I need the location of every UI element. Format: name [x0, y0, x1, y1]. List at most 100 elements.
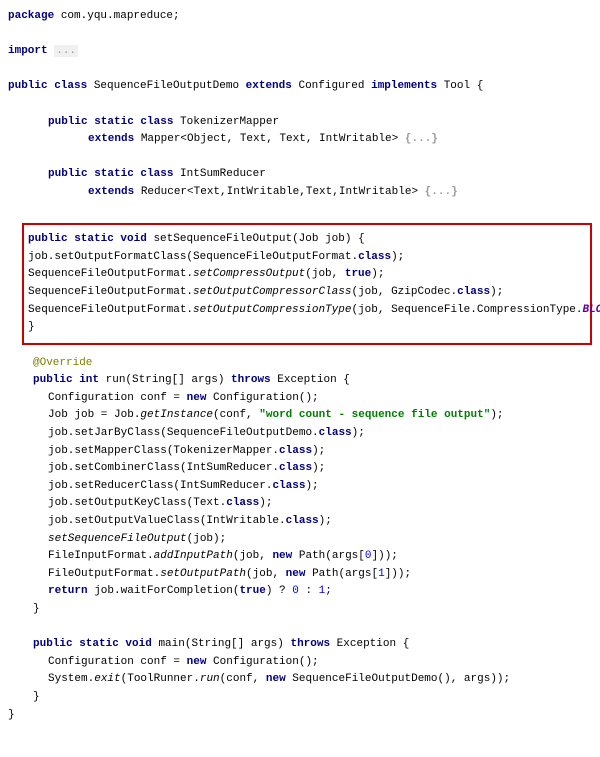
- code: (ToolRunner.: [121, 673, 200, 685]
- code: Configuration conf =: [48, 392, 187, 404]
- code: );: [352, 427, 365, 439]
- keyword-class: class: [358, 251, 391, 263]
- keyword-new: new: [286, 568, 306, 580]
- line: SequenceFileOutputFormat.setOutputCompre…: [28, 284, 586, 302]
- keyword-class: class: [48, 80, 88, 92]
- code: System.: [48, 673, 94, 685]
- code: job.setJarByClass(SequenceFileOutputDemo…: [48, 427, 319, 439]
- keyword-static: static: [88, 116, 134, 128]
- method-sig: main(String[] args): [152, 638, 291, 650]
- code: job.setReducerClass(IntSumReducer.: [48, 480, 272, 492]
- code: (job,: [305, 268, 345, 280]
- line: extends Reducer<Text,IntWritable,Text,In…: [88, 184, 592, 202]
- keyword-public: public: [33, 638, 73, 650]
- code: ;: [325, 585, 332, 597]
- keyword-true: true: [239, 585, 265, 597]
- code: ) ?: [266, 585, 292, 597]
- code: Exception {: [330, 638, 409, 650]
- number: 0: [365, 550, 372, 562]
- code: (job, SequenceFile.CompressionType.: [351, 304, 582, 316]
- line: job.setReducerClass(IntSumReducer.class)…: [48, 478, 592, 496]
- keyword-class: class: [279, 462, 312, 474]
- line: package com.yqu.mapreduce;: [8, 8, 592, 26]
- code: (job,: [233, 550, 273, 562]
- code: );: [312, 445, 325, 457]
- code: (job);: [187, 533, 227, 545]
- code: Configuration();: [206, 656, 318, 668]
- number: 1: [378, 568, 385, 580]
- code: );: [259, 497, 272, 509]
- code: job.setCombinerClass(IntSumReducer.: [48, 462, 279, 474]
- brace-close: }: [8, 709, 15, 721]
- line: job.setOutputKeyClass(Text.class);: [48, 495, 592, 513]
- code: );: [371, 268, 384, 280]
- keyword-class: class: [134, 116, 174, 128]
- keyword-new: new: [266, 673, 286, 685]
- keyword-class: class: [319, 427, 352, 439]
- line: @Override: [33, 355, 592, 373]
- class-name: IntSumReducer: [173, 168, 265, 180]
- string-literal: "word count - sequence file output": [259, 409, 490, 421]
- package-name: com.yqu.mapreduce;: [54, 10, 179, 22]
- line: extends Mapper<Object, Text, Text, IntWr…: [88, 131, 592, 149]
- code-block: package com.yqu.mapreduce; import ... pu…: [8, 8, 592, 724]
- keyword-class: class: [457, 286, 490, 298]
- static-method: setOutputCompressionType: [193, 304, 351, 316]
- code: job.waitForCompletion(: [88, 585, 240, 597]
- static-method: setOutputPath: [160, 568, 246, 580]
- code: (job, GzipCodec.: [351, 286, 457, 298]
- line: }: [33, 601, 592, 619]
- line: import ...: [8, 43, 592, 61]
- annotation-override: @Override: [33, 357, 92, 369]
- static-method: exit: [94, 673, 120, 685]
- line: public static void main(String[] args) t…: [33, 636, 592, 654]
- ext-name: Configured: [292, 80, 371, 92]
- line: job.setJarByClass(SequenceFileOutputDemo…: [48, 425, 592, 443]
- keyword-class: class: [272, 480, 305, 492]
- line: }: [28, 319, 586, 337]
- keyword-class: class: [279, 445, 312, 457]
- static-method: setCompressOutput: [193, 268, 305, 280]
- line: setSequenceFileOutput(job);: [48, 531, 592, 549]
- keyword-public: public: [48, 116, 88, 128]
- code: FileOutputFormat.: [48, 568, 160, 580]
- keyword-new: new: [187, 392, 207, 404]
- line: job.setOutputValueClass(IntWritable.clas…: [48, 513, 592, 531]
- line: public class SequenceFileOutputDemo exte…: [8, 78, 592, 96]
- fold-brace: {...}: [425, 186, 458, 198]
- keyword-true: true: [345, 268, 371, 280]
- code: SequenceFileOutputFormat.: [28, 304, 193, 316]
- line: public static class IntSumReducer: [48, 166, 592, 184]
- keyword-throws: throws: [290, 638, 330, 650]
- keyword-class: class: [134, 168, 174, 180]
- keyword-void: void: [119, 638, 152, 650]
- code: Job job = Job.: [48, 409, 140, 421]
- class-name: TokenizerMapper: [173, 116, 279, 128]
- code: ]));: [372, 550, 398, 562]
- line: SequenceFileOutputFormat.setCompressOutp…: [28, 266, 586, 284]
- method-sig: setSequenceFileOutput(Job job) {: [147, 233, 365, 245]
- method-call: setSequenceFileOutput: [48, 533, 187, 545]
- keyword-class: class: [286, 515, 319, 527]
- line: Configuration conf = new Configuration()…: [48, 390, 592, 408]
- code: );: [305, 480, 318, 492]
- keyword-public: public: [33, 374, 73, 386]
- line: Job job = Job.getInstance(conf, "word co…: [48, 407, 592, 425]
- keyword-import: import: [8, 45, 48, 57]
- brace-close: }: [28, 321, 35, 333]
- code: (conf,: [213, 409, 259, 421]
- code: SequenceFileOutputFormat.: [28, 268, 193, 280]
- code: (conf,: [220, 673, 266, 685]
- impl-name: Tool {: [437, 80, 483, 92]
- line: }: [33, 689, 592, 707]
- static-method: getInstance: [140, 409, 213, 421]
- keyword-new: new: [272, 550, 292, 562]
- code: SequenceFileOutputDemo(), args));: [286, 673, 510, 685]
- static-method: addInputPath: [154, 550, 233, 562]
- line: job.setCombinerClass(IntSumReducer.class…: [48, 460, 592, 478]
- line: System.exit(ToolRunner.run(conf, new Seq…: [48, 671, 592, 689]
- code: job.setOutputValueClass(IntWritable.: [48, 515, 286, 527]
- code: );: [490, 286, 503, 298]
- code: (job,: [246, 568, 286, 580]
- enum-const: BLOCK: [583, 304, 600, 316]
